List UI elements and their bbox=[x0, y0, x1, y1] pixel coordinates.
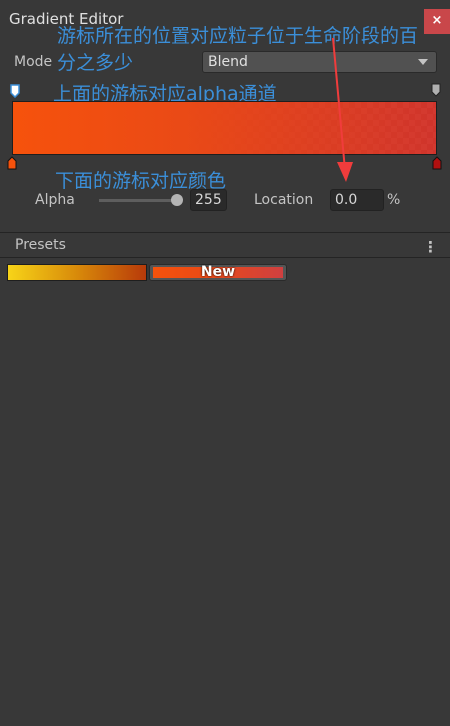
alpha-slider[interactable] bbox=[99, 199, 177, 202]
presets-title: Presets bbox=[15, 237, 66, 253]
divider bbox=[0, 257, 450, 258]
mode-value: Blend bbox=[208, 54, 248, 70]
alpha-input[interactable]: 255 bbox=[190, 189, 227, 211]
mode-label: Mode bbox=[14, 54, 53, 70]
annotation-arrow bbox=[332, 37, 353, 182]
alpha-key-marker-start[interactable] bbox=[10, 84, 20, 98]
preset-swatch[interactable] bbox=[7, 264, 147, 281]
alpha-slider-handle[interactable] bbox=[171, 194, 183, 206]
location-input[interactable]: 0.0 bbox=[330, 189, 384, 211]
chevron-down-icon bbox=[418, 59, 428, 65]
new-preset-button[interactable]: New bbox=[149, 264, 287, 281]
new-preset-label: New bbox=[200, 264, 236, 280]
annotation-location-line2: 分之多少 bbox=[57, 52, 134, 74]
location-unit: % bbox=[387, 192, 401, 208]
alpha-key-marker-end[interactable] bbox=[431, 83, 441, 97]
close-button[interactable]: × bbox=[424, 9, 450, 34]
alpha-label: Alpha bbox=[35, 192, 75, 208]
color-key-marker-end[interactable] bbox=[432, 156, 442, 170]
gradient-preview[interactable] bbox=[12, 101, 437, 155]
annotation-location-line1: 游标所在的位置对应粒子位于生命阶段的百 bbox=[57, 25, 419, 47]
kebab-icon[interactable]: ⋮ bbox=[423, 238, 438, 256]
location-label: Location bbox=[254, 192, 314, 208]
color-key-marker-start[interactable] bbox=[7, 156, 17, 170]
divider bbox=[0, 232, 450, 233]
